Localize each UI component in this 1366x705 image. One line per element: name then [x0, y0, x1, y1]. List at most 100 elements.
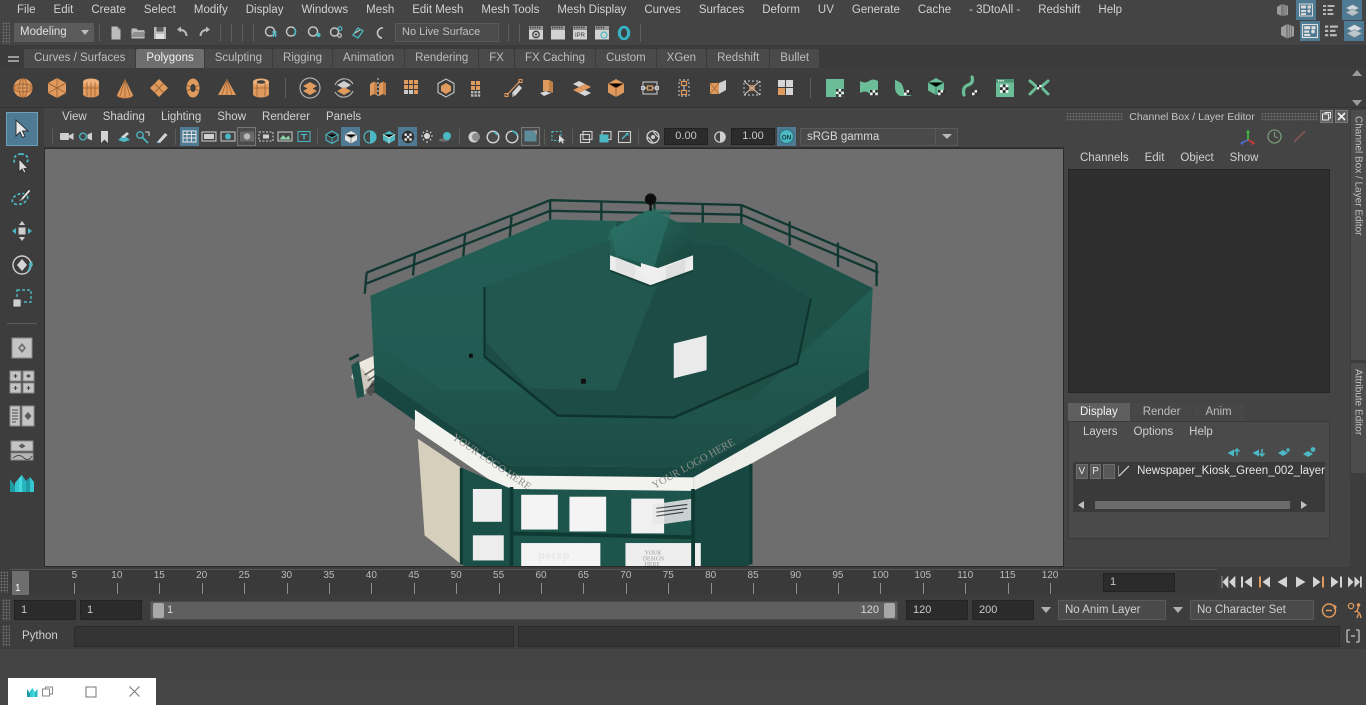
command-input[interactable] — [74, 625, 514, 647]
current-frame-field[interactable]: 1 — [1103, 572, 1175, 592]
range-high-handle[interactable] — [884, 602, 895, 618]
menu-help[interactable]: Help — [1089, 0, 1131, 20]
layer-visibility-toggle[interactable]: V — [1076, 463, 1088, 479]
gamma-icon[interactable] — [710, 127, 729, 146]
move-layer-up-icon[interactable] — [1227, 446, 1242, 459]
scroll-right-icon[interactable] — [1299, 500, 1308, 509]
attribute-editor-toggle-icon[interactable] — [1296, 0, 1316, 20]
poly-torus-icon[interactable] — [176, 71, 210, 105]
channel-box-toggle-icon[interactable] — [1342, 0, 1362, 20]
make-live-icon[interactable] — [369, 22, 391, 44]
vtab-attribute-editor[interactable]: Attribute Editor — [1350, 363, 1366, 473]
toolbar-grip[interactable] — [2, 21, 10, 44]
gate-mask-icon[interactable] — [237, 127, 256, 147]
menu-mesh-tools[interactable]: Mesh Tools — [472, 0, 548, 20]
shade-all-icon[interactable] — [360, 127, 379, 146]
create-new-layer-icon[interactable] — [1277, 446, 1292, 459]
bookmark-icon[interactable] — [95, 127, 114, 146]
ipr-render-icon[interactable]: IPR — [569, 22, 591, 44]
exposure-reset-icon[interactable] — [615, 127, 634, 146]
scroll-left-icon[interactable] — [1077, 500, 1086, 509]
texture-display-icon[interactable] — [398, 127, 417, 147]
merge-icon[interactable] — [769, 71, 803, 105]
range-low-handle[interactable] — [153, 602, 164, 618]
film-gate-icon[interactable] — [199, 127, 218, 146]
live-surface-field[interactable]: No Live Surface — [395, 23, 499, 42]
layer-color-swatch[interactable] — [1103, 463, 1116, 479]
script-editor-icon[interactable] — [1342, 625, 1364, 647]
shelf-tab-fx[interactable]: FX — [479, 49, 514, 68]
xray-joints-icon[interactable] — [577, 127, 596, 146]
layout-outliner-persp-icon[interactable] — [6, 399, 38, 433]
snap-to-point-icon[interactable] — [303, 22, 325, 44]
playback-end-time-field[interactable]: 120 — [906, 600, 968, 620]
uv-contour-stretch-icon[interactable] — [954, 71, 988, 105]
menu-mesh-display[interactable]: Mesh Display — [548, 0, 635, 20]
new-scene-icon[interactable] — [105, 22, 127, 44]
poly-cylinder-icon[interactable] — [74, 71, 108, 105]
shelf-scroll-up-icon[interactable] — [1352, 70, 1362, 76]
gamma-field[interactable]: 1.00 — [731, 128, 775, 146]
poly-pyramid-icon[interactable] — [210, 71, 244, 105]
workspace-icon[interactable] — [1273, 0, 1293, 20]
connect-icon[interactable] — [735, 71, 769, 105]
xray-active-components-icon[interactable] — [596, 127, 615, 146]
panel-grip-left[interactable] — [1066, 112, 1124, 121]
smooth-icon[interactable] — [429, 71, 463, 105]
step-back-key-button[interactable] — [1238, 572, 1255, 592]
separate-icon[interactable] — [327, 71, 361, 105]
shelf-tab-fx-caching[interactable]: FX Caching — [514, 49, 596, 68]
menu-edit[interactable]: Edit — [45, 0, 83, 20]
xray-display-icon[interactable] — [275, 127, 294, 146]
grid-toggle-icon[interactable] — [180, 127, 199, 147]
anim-layer-dropdown-icon[interactable] — [1038, 600, 1054, 620]
sidebar-attribute-editor-icon[interactable] — [1300, 21, 1320, 41]
scroll-thumb[interactable] — [1095, 500, 1291, 509]
auto-keyframe-toggle-icon[interactable] — [1318, 599, 1340, 621]
viewport-menu-show[interactable]: Show — [209, 108, 254, 127]
range-slider[interactable]: 1 120 — [150, 600, 898, 620]
step-forward-key-button[interactable] — [1328, 572, 1345, 592]
booleans-icon[interactable] — [395, 71, 429, 105]
poly-cone-icon[interactable] — [108, 71, 142, 105]
multi-cut-icon[interactable] — [497, 71, 531, 105]
undo-icon[interactable] — [171, 22, 193, 44]
step-back-frame-button[interactable] — [1256, 572, 1273, 592]
color-management-dropdown-icon[interactable] — [936, 127, 958, 146]
paint-select-tool[interactable] — [6, 180, 38, 214]
character-set-field[interactable]: No Character Set — [1190, 600, 1314, 620]
viewport-menu-lighting[interactable]: Lighting — [153, 108, 209, 127]
uv-planar-icon[interactable] — [818, 71, 852, 105]
shadows-icon[interactable] — [436, 127, 455, 146]
menu-file[interactable]: File — [8, 0, 45, 20]
two-d-pan-zoom-icon[interactable] — [133, 127, 152, 146]
go-to-end-button[interactable] — [1346, 572, 1363, 592]
menu-generate[interactable]: Generate — [843, 0, 909, 20]
render-current-frame-icon[interactable] — [525, 22, 547, 44]
lasso-select-tool[interactable] — [6, 146, 38, 180]
play-forwards-button[interactable] — [1292, 572, 1309, 592]
ssao-icon[interactable] — [464, 127, 483, 146]
menu-3dtoall[interactable]: - 3DtoAll - — [960, 0, 1029, 20]
layout-four-view-icon[interactable] — [6, 365, 38, 399]
text-overlay-icon[interactable] — [294, 127, 313, 146]
panel-grip-right[interactable] — [1260, 112, 1318, 121]
layer-list-hscrollbar[interactable] — [1077, 500, 1321, 509]
viewport-menu-view[interactable]: View — [54, 108, 95, 127]
poly-sphere-icon[interactable] — [6, 71, 40, 105]
render-sequence-icon[interactable] — [547, 22, 569, 44]
menu-windows[interactable]: Windows — [292, 0, 357, 20]
save-scene-icon[interactable] — [149, 22, 171, 44]
snap-to-projected-center-icon[interactable] — [325, 22, 347, 44]
channel-menu-channels[interactable]: Channels — [1072, 152, 1137, 164]
color-management-field[interactable]: sRGB gamma — [800, 127, 936, 146]
menu-set-selector[interactable]: Modeling — [14, 23, 94, 42]
shelf-tab-rendering[interactable]: Rendering — [405, 49, 479, 68]
wireframe-shading-icon[interactable] — [322, 127, 341, 146]
layer-row-newspaper-kiosk[interactable]: V P Newspaper_Kiosk_Green_002_layer — [1073, 462, 1325, 480]
vtab-channel-box-layer-editor[interactable]: Channel Box / Layer Editor — [1350, 110, 1366, 360]
shelf-tab-polygons[interactable]: Polygons — [136, 49, 204, 68]
move-tool[interactable] — [6, 214, 38, 248]
shelf-scroll-down-icon[interactable] — [1352, 100, 1362, 106]
command-language-label[interactable]: Python — [14, 630, 70, 642]
